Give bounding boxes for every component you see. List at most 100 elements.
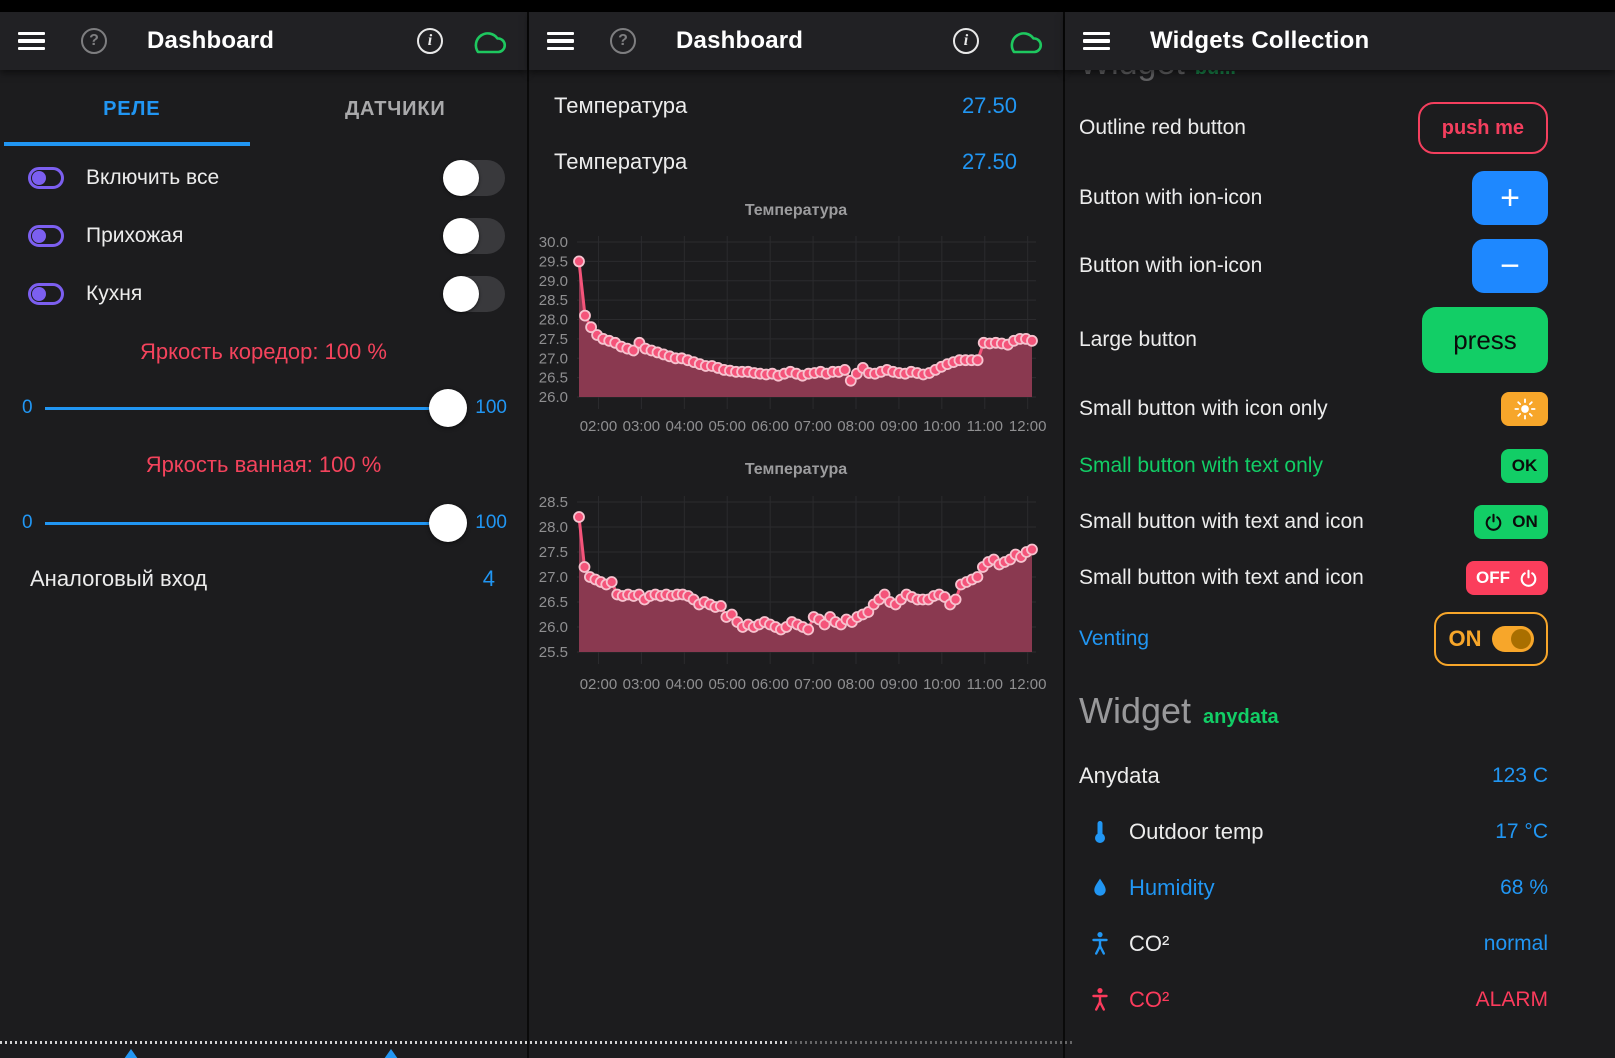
plus-button[interactable]: + — [1472, 171, 1548, 225]
info-icon[interactable]: i — [953, 28, 979, 54]
svg-text:28.0: 28.0 — [539, 312, 568, 329]
sun-icon — [1514, 398, 1536, 420]
row-label: Button with ion-icon — [1079, 186, 1262, 210]
analog-input-value: 4 — [483, 566, 495, 592]
data-label: CO² — [1129, 931, 1169, 957]
tab-datchiki[interactable]: ДАТЧИКИ — [264, 70, 528, 148]
row-label: Small button with text and icon — [1079, 566, 1364, 590]
switch-row-all: Включить все — [0, 150, 527, 206]
widget-row: Outline red button push me — [1065, 92, 1615, 164]
svg-text:07:00: 07:00 — [794, 418, 832, 435]
svg-text:28.0: 28.0 — [539, 519, 568, 536]
on-button[interactable]: ON — [1474, 505, 1548, 539]
row-label: Outline red button — [1079, 116, 1246, 140]
widget-row: Button with ion-icon + — [1065, 164, 1615, 232]
venting-toggle-button[interactable]: ON — [1434, 612, 1548, 666]
page-title: Dashboard — [147, 27, 274, 55]
widget-row: Small button with text and icon OFF — [1065, 550, 1615, 606]
svg-text:27.0: 27.0 — [539, 350, 568, 367]
button-label: ON — [1512, 512, 1538, 532]
analog-input-label: Аналоговый вход — [30, 566, 207, 592]
data-value: 68 % — [1500, 876, 1548, 900]
data-label: Outdoor temp — [1129, 819, 1264, 845]
svg-text:08:00: 08:00 — [837, 676, 875, 693]
row-label: Small button with text only — [1079, 454, 1323, 478]
row-label: Large button — [1079, 328, 1197, 352]
panel-widgets-collection: Widgets Collection Widgetbu... Outline r… — [1063, 12, 1615, 1058]
ok-button[interactable]: OK — [1501, 449, 1548, 483]
data-row-co2-normal: CO² normal — [1065, 916, 1615, 972]
panel-dashboard-relays: ? Dashboard i РЕЛЕ ДАТЧИКИ Включить все — [0, 12, 527, 1058]
svg-text:27.5: 27.5 — [539, 331, 568, 348]
switch-label: Кухня — [86, 282, 142, 306]
switch-label: Прихожая — [86, 224, 183, 248]
svg-text:04:00: 04:00 — [666, 418, 704, 435]
menu-icon[interactable] — [547, 32, 574, 51]
svg-text:28.5: 28.5 — [539, 292, 568, 309]
widget-row: Small button with text and icon ON — [1065, 494, 1615, 550]
cloud-icon[interactable] — [467, 26, 509, 56]
help-icon[interactable]: ? — [610, 28, 636, 54]
minus-button[interactable]: − — [1472, 239, 1548, 293]
switch-kitchen[interactable] — [443, 276, 505, 312]
svg-text:02:00: 02:00 — [580, 418, 618, 435]
toggle-outline-icon — [28, 283, 64, 305]
svg-text:09:00: 09:00 — [880, 676, 918, 693]
data-row-humidity: Humidity 68 % — [1065, 860, 1615, 916]
data-value: 17 °C — [1495, 820, 1548, 844]
svg-text:26.0: 26.0 — [539, 619, 568, 636]
svg-text:06:00: 06:00 — [751, 418, 789, 435]
value-reading: 27.50 — [962, 149, 1017, 175]
switch-all[interactable] — [443, 160, 505, 196]
cloud-icon[interactable] — [1003, 26, 1045, 56]
sun-button[interactable] — [1501, 392, 1548, 426]
slider-track[interactable] — [45, 504, 464, 542]
chart-title: Температура — [529, 442, 1063, 488]
slider-track[interactable] — [45, 389, 464, 427]
row-label: Venting — [1079, 627, 1149, 651]
svg-text:26.5: 26.5 — [539, 370, 568, 387]
svg-text:04:00: 04:00 — [666, 676, 704, 693]
svg-text:27.0: 27.0 — [539, 569, 568, 586]
switch-hallway[interactable] — [443, 218, 505, 254]
analog-input-row: Аналоговый вход 4 — [0, 551, 527, 607]
slider-bath: 0 100 — [0, 495, 527, 551]
page-title: Dashboard — [676, 27, 803, 55]
svg-text:29.0: 29.0 — [539, 273, 568, 290]
widget-row: Small button with icon only — [1065, 380, 1615, 438]
svg-text:05:00: 05:00 — [708, 418, 746, 435]
slider-caption-bath: Яркость ванная: 100 % — [0, 445, 527, 485]
person-icon — [1085, 931, 1115, 957]
push-me-button[interactable]: push me — [1418, 102, 1548, 154]
chart-title: Температура — [529, 190, 1063, 232]
press-button[interactable]: press — [1422, 307, 1548, 373]
row-label: Small button with text and icon — [1079, 510, 1364, 534]
tab-bar: РЕЛЕ ДАТЧИКИ — [0, 70, 527, 148]
svg-text:26.5: 26.5 — [539, 594, 568, 611]
off-button[interactable]: OFF — [1466, 561, 1548, 595]
svg-text:29.5: 29.5 — [539, 253, 568, 270]
slider-knob[interactable] — [429, 389, 467, 427]
section-title: Widget — [1079, 690, 1191, 732]
button-label: OFF — [1476, 568, 1510, 588]
value-label: Температура — [554, 149, 687, 175]
menu-icon[interactable] — [18, 32, 45, 51]
svg-text:28.5: 28.5 — [539, 494, 568, 511]
menu-icon[interactable] — [1083, 32, 1110, 51]
power-icon — [1484, 513, 1503, 532]
power-icon — [1519, 569, 1538, 588]
slider-knob[interactable] — [429, 504, 467, 542]
svg-text:10:00: 10:00 — [923, 676, 961, 693]
widget-row: Button with ion-icon − — [1065, 232, 1615, 300]
tab-rele[interactable]: РЕЛЕ — [0, 70, 264, 148]
data-value: 123 C — [1492, 764, 1548, 788]
dotted-divider-dim — [790, 1041, 1075, 1044]
svg-text:06:00: 06:00 — [751, 676, 789, 693]
help-icon[interactable]: ? — [81, 28, 107, 54]
data-row-outdoor-temp: Outdoor temp 17 °C — [1065, 804, 1615, 860]
widget-row: Large button press — [1065, 300, 1615, 380]
info-icon[interactable]: i — [417, 28, 443, 54]
value-reading: 27.50 — [962, 93, 1017, 119]
data-row-co2-alarm: CO² ALARM — [1065, 972, 1615, 1028]
svg-text:11:00: 11:00 — [967, 676, 1003, 693]
